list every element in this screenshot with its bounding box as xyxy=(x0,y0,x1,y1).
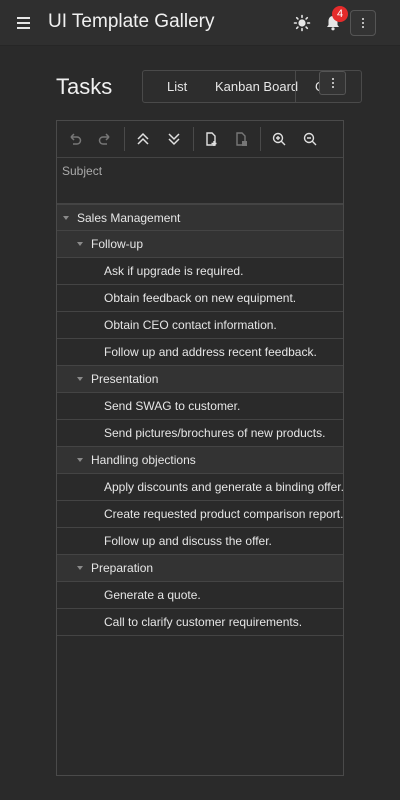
row-indent xyxy=(57,528,88,554)
task-row[interactable]: Follow up and address recent feedback. xyxy=(57,339,343,366)
task-row[interactable]: Generate a quote. xyxy=(57,582,343,609)
zoom-in-icon[interactable] xyxy=(268,128,290,150)
task-row[interactable]: Send pictures/brochures of new products. xyxy=(57,420,343,447)
hamburger-menu-icon[interactable] xyxy=(14,12,34,34)
task-tree-grid: Subject Sales Management Follow-up Ask if … xyxy=(56,120,344,776)
row-indent xyxy=(57,501,88,527)
row-indent xyxy=(57,312,88,338)
group-row[interactable]: Handling objections xyxy=(57,447,343,474)
expand-caret-icon[interactable] xyxy=(77,242,83,246)
task-row[interactable]: Obtain CEO contact information. xyxy=(57,312,343,339)
app-title: UI Template Gallery xyxy=(48,11,215,32)
notification-count-badge: 4 xyxy=(332,6,348,22)
group-row[interactable]: Preparation xyxy=(57,555,343,582)
task-subject: Create requested product comparison repo… xyxy=(104,507,343,521)
task-subject: Obtain CEO contact information. xyxy=(104,318,277,332)
undo-icon[interactable] xyxy=(64,128,86,150)
expand-caret-icon[interactable] xyxy=(77,566,83,570)
toolbar-separator xyxy=(260,127,261,151)
task-subject: Apply discounts and generate a binding o… xyxy=(104,480,343,494)
group-label: Handling objections xyxy=(91,453,196,467)
expand-all-icon[interactable] xyxy=(163,128,185,150)
tab-kanban-board[interactable]: Kanban Board xyxy=(215,71,298,102)
task-subject: Call to clarify customer requirements. xyxy=(104,615,303,629)
row-indent xyxy=(57,474,88,500)
task-subject: Follow up and address recent feedback. xyxy=(104,345,317,359)
row-indent xyxy=(57,420,88,446)
grid-toolbar xyxy=(57,121,343,158)
page-title: Tasks xyxy=(56,74,113,99)
add-row-icon[interactable] xyxy=(200,128,222,150)
task-subject: Ask if upgrade is required. xyxy=(104,264,244,278)
task-rows: Sales Management Follow-up Ask if upgrade … xyxy=(57,204,343,636)
more-vertical-icon[interactable] xyxy=(350,10,376,36)
group-row[interactable]: Presentation xyxy=(57,366,343,393)
view-switcher: List Kanban Board G xyxy=(142,70,362,103)
toolbar-separator xyxy=(124,127,125,151)
expand-caret-icon[interactable] xyxy=(63,216,69,220)
toolbar-separator xyxy=(193,127,194,151)
row-indent xyxy=(57,609,88,635)
group-label: Preparation xyxy=(91,561,154,575)
row-indent xyxy=(57,582,88,608)
subject-column-header[interactable]: Subject xyxy=(62,164,102,178)
task-row[interactable]: Apply discounts and generate a binding o… xyxy=(57,474,343,501)
group-row[interactable]: Sales Management xyxy=(57,204,343,231)
task-row[interactable]: Follow up and discuss the offer. xyxy=(57,528,343,555)
tab-divider xyxy=(295,71,296,102)
tab-list[interactable]: List xyxy=(167,71,187,102)
task-row[interactable]: Obtain feedback on new equipment. xyxy=(57,285,343,312)
expand-caret-icon[interactable] xyxy=(77,458,83,462)
task-subject: Generate a quote. xyxy=(104,588,201,602)
sun-icon[interactable] xyxy=(291,12,313,34)
group-row[interactable]: Follow-up xyxy=(57,231,343,258)
delete-row-icon[interactable] xyxy=(230,128,252,150)
task-row[interactable]: Create requested product comparison repo… xyxy=(57,501,343,528)
group-label: Presentation xyxy=(91,372,159,386)
expand-caret-icon[interactable] xyxy=(77,377,83,381)
group-label: Sales Management xyxy=(77,211,181,225)
row-indent xyxy=(57,393,88,419)
row-indent xyxy=(57,285,88,311)
task-subject: Send pictures/brochures of new products. xyxy=(104,426,326,440)
task-row[interactable]: Send SWAG to customer. xyxy=(57,393,343,420)
collapse-all-icon[interactable] xyxy=(132,128,154,150)
task-row[interactable]: Call to clarify customer requirements. xyxy=(57,609,343,636)
redo-icon[interactable] xyxy=(94,128,116,150)
row-indent xyxy=(57,339,88,365)
task-subject: Follow up and discuss the offer. xyxy=(104,534,272,548)
zoom-out-icon[interactable] xyxy=(299,128,321,150)
task-subject: Send SWAG to customer. xyxy=(104,399,241,413)
task-subject: Obtain feedback on new equipment. xyxy=(104,291,297,305)
row-indent xyxy=(57,258,88,284)
top-app-bar: UI Template Gallery 4 xyxy=(0,0,400,46)
group-label: Follow-up xyxy=(91,237,144,251)
grid-column-header: Subject xyxy=(57,158,343,204)
task-row[interactable]: Ask if upgrade is required. xyxy=(57,258,343,285)
view-more-icon[interactable] xyxy=(319,71,346,95)
